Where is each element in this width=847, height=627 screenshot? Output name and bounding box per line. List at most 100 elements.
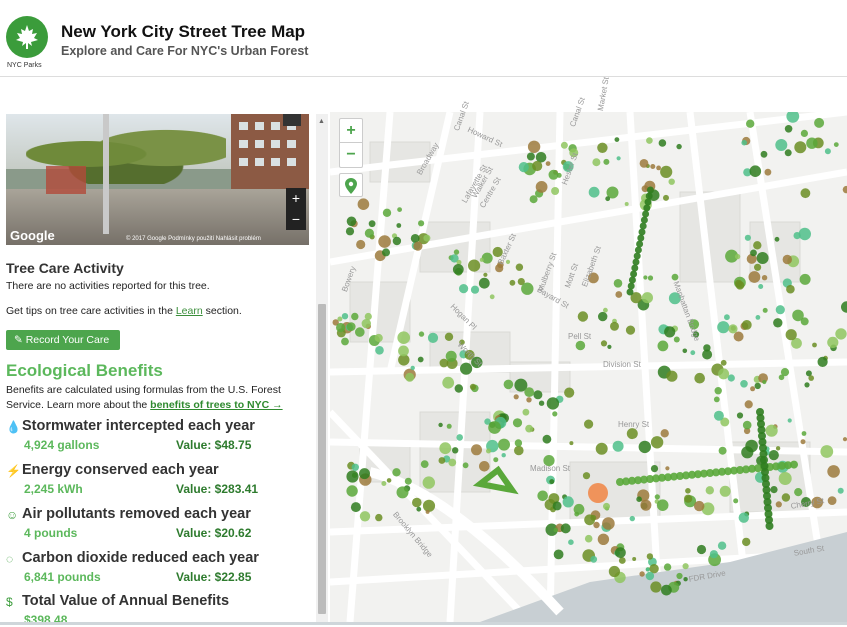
tree-map[interactable] xyxy=(330,112,847,622)
street-tree xyxy=(778,472,792,485)
street-tree xyxy=(650,465,659,473)
street-tree xyxy=(378,235,391,248)
record-care-button[interactable]: ✎ Record Your Care xyxy=(6,330,120,350)
street-tree xyxy=(801,431,807,436)
street-tree xyxy=(705,486,714,495)
street-tree xyxy=(750,386,756,392)
street-tree xyxy=(740,380,748,388)
street-tree xyxy=(521,282,534,295)
street-tree xyxy=(454,384,463,393)
east-river xyxy=(480,532,847,622)
street-view-zoom[interactable]: + − xyxy=(286,188,306,230)
expand-icon[interactable] xyxy=(283,114,301,126)
street-tree xyxy=(784,149,792,157)
panel-scrollbar[interactable]: ▲ xyxy=(316,114,328,622)
street-tree xyxy=(514,439,523,447)
street-tree xyxy=(640,499,652,511)
street-tree xyxy=(760,150,768,158)
benefit-value: Value: $283.41 xyxy=(176,482,259,496)
street-label: Madison St xyxy=(530,464,571,473)
map-zoom-out-button[interactable]: − xyxy=(340,143,362,167)
street-tree xyxy=(478,277,490,289)
street-tree xyxy=(542,434,552,444)
page-subtitle: Explore and Care For NYC's Urban Forest xyxy=(61,44,309,58)
street-tree xyxy=(616,156,621,161)
street-tree xyxy=(522,408,530,416)
street-tree xyxy=(666,370,678,382)
street-tree xyxy=(503,379,514,390)
street-tree xyxy=(713,410,724,421)
street-tree xyxy=(355,327,365,337)
street-tree xyxy=(446,423,452,429)
street-tree xyxy=(775,446,781,451)
benefits-link[interactable]: benefits of trees to NYC → xyxy=(150,399,282,411)
street-tree xyxy=(361,318,371,329)
learn-link[interactable]: Learn xyxy=(176,305,203,317)
street-tree xyxy=(634,246,642,254)
street-tree xyxy=(418,220,425,227)
scroll-thumb[interactable] xyxy=(318,304,326,614)
street-tree xyxy=(713,396,720,403)
street-tree xyxy=(646,553,654,560)
street-tree xyxy=(733,331,744,342)
benefit-amount: 4,924 gallons xyxy=(24,438,100,452)
street-tree xyxy=(359,511,371,522)
street-tree xyxy=(548,169,559,180)
street-tree xyxy=(663,194,669,201)
street-tree xyxy=(481,252,493,264)
street-tree xyxy=(671,273,679,281)
street-tree xyxy=(827,465,840,478)
street-tree xyxy=(799,273,811,285)
street-tree xyxy=(597,142,608,153)
street-tree xyxy=(597,533,610,545)
street-tree xyxy=(404,477,412,485)
street-view-credits[interactable]: © 2017 Google Podmínky použití Nahlásit … xyxy=(126,236,261,242)
street-tree xyxy=(468,259,481,272)
street-tree xyxy=(396,223,402,228)
map-zoom-in-button[interactable]: + xyxy=(340,119,362,143)
street-tree xyxy=(397,207,402,212)
record-care-label: Record Your Care xyxy=(25,334,110,346)
street-tree xyxy=(682,348,688,354)
street-tree xyxy=(595,442,608,455)
street-tree xyxy=(647,275,654,281)
street-tree xyxy=(462,462,469,469)
street-tree xyxy=(357,198,370,210)
street-view-image[interactable]: + − Google © 2017 Google Podmínky použit… xyxy=(6,114,309,245)
street-tree xyxy=(718,368,730,380)
street-tree xyxy=(694,500,705,512)
street-tree xyxy=(603,307,608,313)
street-tree xyxy=(717,541,727,550)
street-tree xyxy=(615,291,623,298)
map-zoom-control[interactable]: + − xyxy=(339,118,363,168)
street-tree xyxy=(645,571,655,581)
street-tree xyxy=(614,137,620,142)
street-tree xyxy=(346,485,358,497)
street-tree xyxy=(527,140,541,153)
smiley-icon: ☺ xyxy=(6,508,19,522)
street-tree xyxy=(638,228,646,236)
map-canvas[interactable] xyxy=(330,112,847,622)
street-label: Division St xyxy=(603,360,641,369)
street-tree xyxy=(575,340,586,351)
street-tree xyxy=(336,322,346,333)
scroll-up-arrow-icon[interactable]: ▲ xyxy=(318,118,325,125)
nyc-parks-logo[interactable] xyxy=(6,16,48,58)
street-tree xyxy=(765,424,778,437)
street-tree xyxy=(827,496,837,505)
google-logo: Google xyxy=(10,228,55,243)
street-label: Henry St xyxy=(618,420,650,429)
street-tree xyxy=(423,234,431,242)
benefit-amount: 6,841 pounds xyxy=(24,570,101,584)
street-tree xyxy=(748,271,761,283)
street-tree xyxy=(518,162,529,173)
sv-zoom-in-button[interactable]: + xyxy=(286,188,306,209)
street-tree xyxy=(676,143,682,150)
street-tree xyxy=(448,458,457,467)
benefit-value: Value: $20.62 xyxy=(176,526,252,540)
sv-zoom-out-button[interactable]: − xyxy=(286,209,306,230)
street-tree xyxy=(762,379,767,385)
street-tree xyxy=(782,254,792,265)
street-tree xyxy=(574,511,580,517)
locate-button[interactable] xyxy=(339,173,363,197)
